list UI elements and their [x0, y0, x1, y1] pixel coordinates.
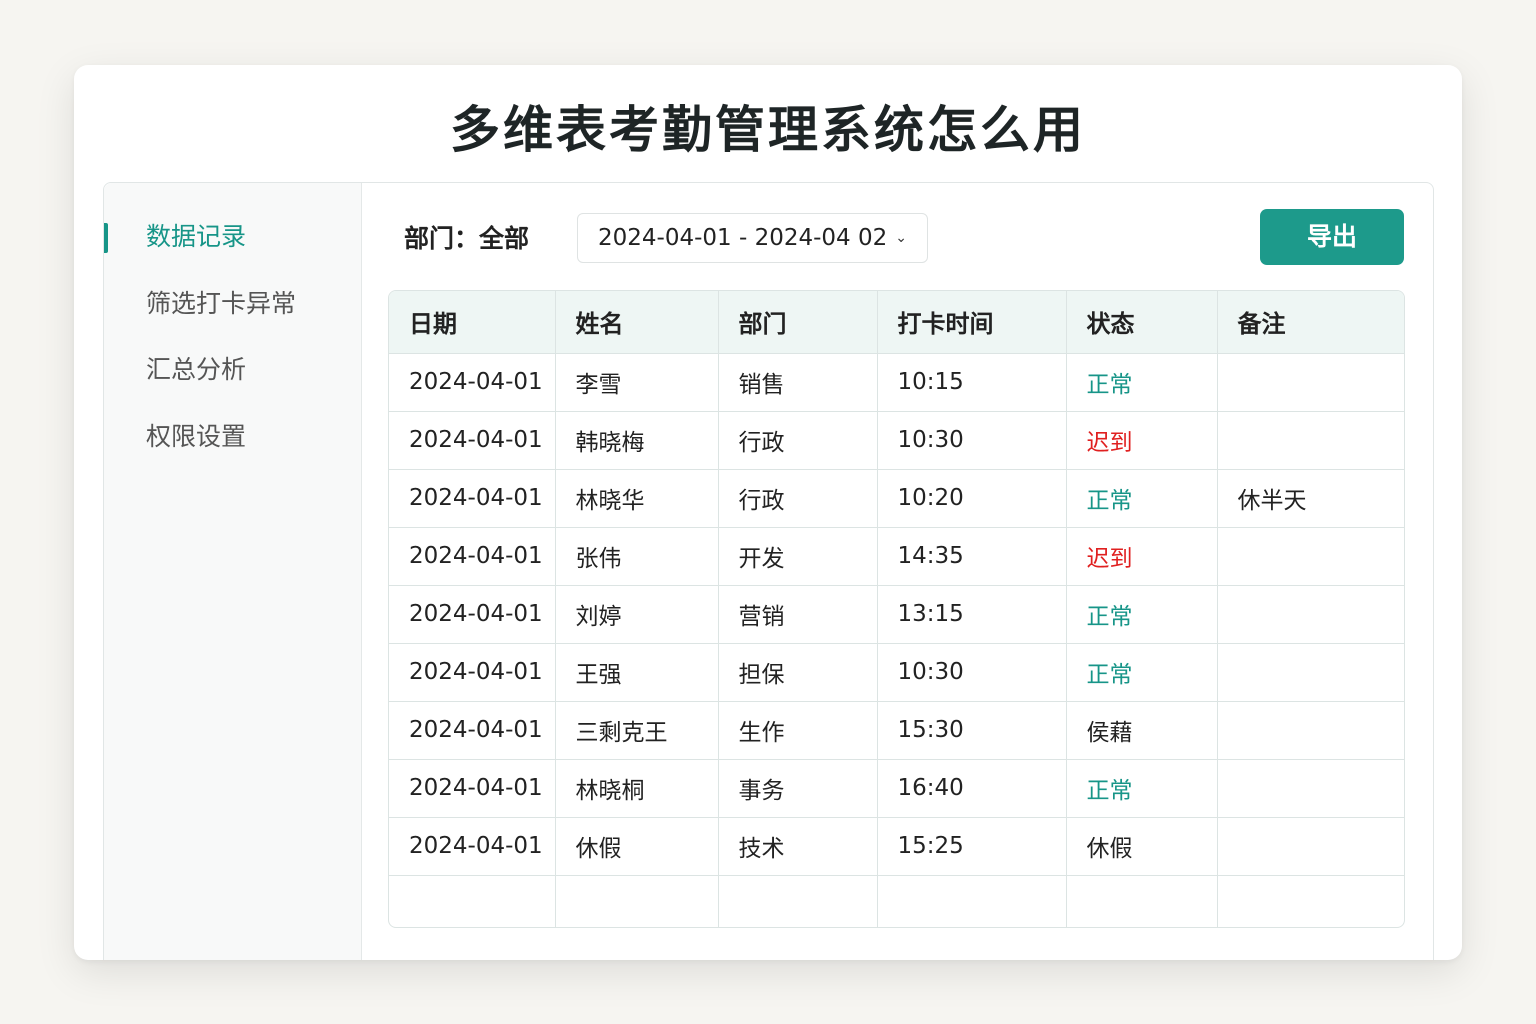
sidebar-item-label: 汇总分析	[146, 355, 247, 384]
cell-dept: 担保	[718, 643, 878, 702]
table-header-row: 日期 姓名 部门 打卡时间 状态 备注	[389, 291, 1404, 354]
cell-name: 李雪	[555, 353, 719, 412]
cell-dept: 事务	[718, 759, 878, 818]
empty-row	[389, 875, 1404, 927]
empty-cell	[1066, 875, 1218, 927]
cell-time: 15:25	[877, 817, 1067, 876]
cell-note: 休半天	[1217, 469, 1404, 528]
column-header-dept[interactable]: 部门	[718, 291, 878, 354]
sidebar-item-summary[interactable]: 汇总分析	[104, 345, 362, 395]
empty-cell	[555, 875, 719, 927]
date-range-value: 2024-04-01 - 2024-04 02	[598, 225, 888, 251]
empty-cell	[1217, 875, 1404, 927]
column-header-time[interactable]: 打卡时间	[877, 291, 1067, 354]
cell-time: 10:30	[877, 643, 1067, 702]
status-badge: 正常	[1066, 353, 1218, 412]
main-panel: 数据记录 筛选打卡异常 汇总分析 权限设置 部门：全部 2024-04-01 -…	[103, 182, 1434, 960]
table-row[interactable]: 2024-04-01 张伟 开发 14:35 迟到	[389, 527, 1404, 586]
column-header-name[interactable]: 姓名	[555, 291, 719, 354]
cell-name: 休假	[555, 817, 719, 876]
table-row[interactable]: 2024-04-01 王强 担保 10:30 正常	[389, 643, 1404, 702]
sidebar-item-label: 数据记录	[146, 222, 247, 251]
date-range-select[interactable]: 2024-04-01 - 2024-04 02 ⌄	[577, 213, 928, 263]
cell-time: 10:15	[877, 353, 1067, 412]
cell-name: 王强	[555, 643, 719, 702]
status-badge: 迟到	[1066, 411, 1218, 470]
cell-note	[1217, 817, 1404, 876]
app-window: 多维表考勤管理系统怎么用 数据记录 筛选打卡异常 汇总分析 权限设置 部门：全部…	[74, 65, 1462, 960]
empty-cell	[877, 875, 1067, 927]
cell-time: 14:35	[877, 527, 1067, 586]
sidebar-item-data-records[interactable]: 数据记录	[104, 212, 362, 262]
table-row[interactable]: 2024-04-01 林晓华 行政 10:20 正常 休半天	[389, 469, 1404, 528]
status-badge: 侯藉	[1066, 701, 1218, 760]
status-badge: 休假	[1066, 817, 1218, 876]
cell-name: 林晓桐	[555, 759, 719, 818]
column-header-status[interactable]: 状态	[1066, 291, 1218, 354]
page-title: 多维表考勤管理系统怎么用	[450, 101, 1086, 159]
cell-time: 13:15	[877, 585, 1067, 644]
column-header-note[interactable]: 备注	[1217, 291, 1404, 354]
cell-name: 三剩克王	[555, 701, 719, 760]
cell-dept: 营销	[718, 585, 878, 644]
attendance-table: 日期 姓名 部门 打卡时间 状态 备注 2024-04-01 李雪 销售 10:15 正…	[388, 290, 1405, 928]
cell-name: 张伟	[555, 527, 719, 586]
cell-note	[1217, 701, 1404, 760]
cell-dept: 技术	[718, 817, 878, 876]
empty-cell	[389, 875, 556, 927]
cell-date: 2024-04-01	[389, 585, 556, 644]
table-row[interactable]: 2024-04-01 刘婷 营销 13:15 正常	[389, 585, 1404, 644]
cell-note	[1217, 759, 1404, 818]
export-button[interactable]: 导出	[1260, 209, 1404, 265]
cell-time: 10:20	[877, 469, 1067, 528]
sidebar-item-label: 筛选打卡异常	[146, 289, 297, 318]
cell-name: 刘婷	[555, 585, 719, 644]
cell-dept: 开发	[718, 527, 878, 586]
table-row[interactable]: 2024-04-01 三剩克王 生作 15:30 侯藉	[389, 701, 1404, 760]
sidebar-item-permissions[interactable]: 权限设置	[104, 412, 362, 462]
cell-name: 林晓华	[555, 469, 719, 528]
cell-dept: 行政	[718, 411, 878, 470]
empty-cell	[718, 875, 878, 927]
table-row[interactable]: 2024-04-01 林晓桐 事务 16:40 正常	[389, 759, 1404, 818]
cell-date: 2024-04-01	[389, 527, 556, 586]
cell-dept: 行政	[718, 469, 878, 528]
department-filter[interactable]: 部门：全部	[404, 217, 529, 261]
cell-date: 2024-04-01	[389, 817, 556, 876]
table-row[interactable]: 2024-04-01 韩晓梅 行政 10:30 迟到	[389, 411, 1404, 470]
status-badge: 迟到	[1066, 527, 1218, 586]
status-badge: 正常	[1066, 759, 1218, 818]
table-row[interactable]: 2024-04-01 李雪 销售 10:15 正常	[389, 353, 1404, 412]
chevron-down-icon: ⌄	[895, 230, 907, 246]
cell-date: 2024-04-01	[389, 759, 556, 818]
sidebar: 数据记录 筛选打卡异常 汇总分析 权限设置	[104, 183, 362, 960]
cell-date: 2024-04-01	[389, 469, 556, 528]
cell-note	[1217, 527, 1404, 586]
cell-dept: 生作	[718, 701, 878, 760]
cell-note	[1217, 643, 1404, 702]
active-indicator	[104, 223, 108, 253]
status-badge: 正常	[1066, 643, 1218, 702]
status-badge: 正常	[1066, 585, 1218, 644]
cell-note	[1217, 411, 1404, 470]
cell-date: 2024-04-01	[389, 411, 556, 470]
sidebar-item-label: 权限设置	[146, 422, 247, 451]
cell-date: 2024-04-01	[389, 353, 556, 412]
cell-time: 15:30	[877, 701, 1067, 760]
cell-date: 2024-04-01	[389, 643, 556, 702]
column-header-date[interactable]: 日期	[389, 291, 556, 354]
cell-time: 16:40	[877, 759, 1067, 818]
cell-name: 韩晓梅	[555, 411, 719, 470]
table-row[interactable]: 2024-04-01 休假 技术 15:25 休假	[389, 817, 1404, 876]
cell-note	[1217, 585, 1404, 644]
cell-dept: 销售	[718, 353, 878, 412]
status-badge: 正常	[1066, 469, 1218, 528]
cell-time: 10:30	[877, 411, 1067, 470]
cell-note	[1217, 353, 1404, 412]
table-body: 2024-04-01 李雪 销售 10:15 正常 2024-04-01 韩晓梅 行政 10:3…	[389, 353, 1404, 927]
cell-date: 2024-04-01	[389, 701, 556, 760]
sidebar-item-filter-exceptions[interactable]: 筛选打卡异常	[104, 279, 362, 329]
